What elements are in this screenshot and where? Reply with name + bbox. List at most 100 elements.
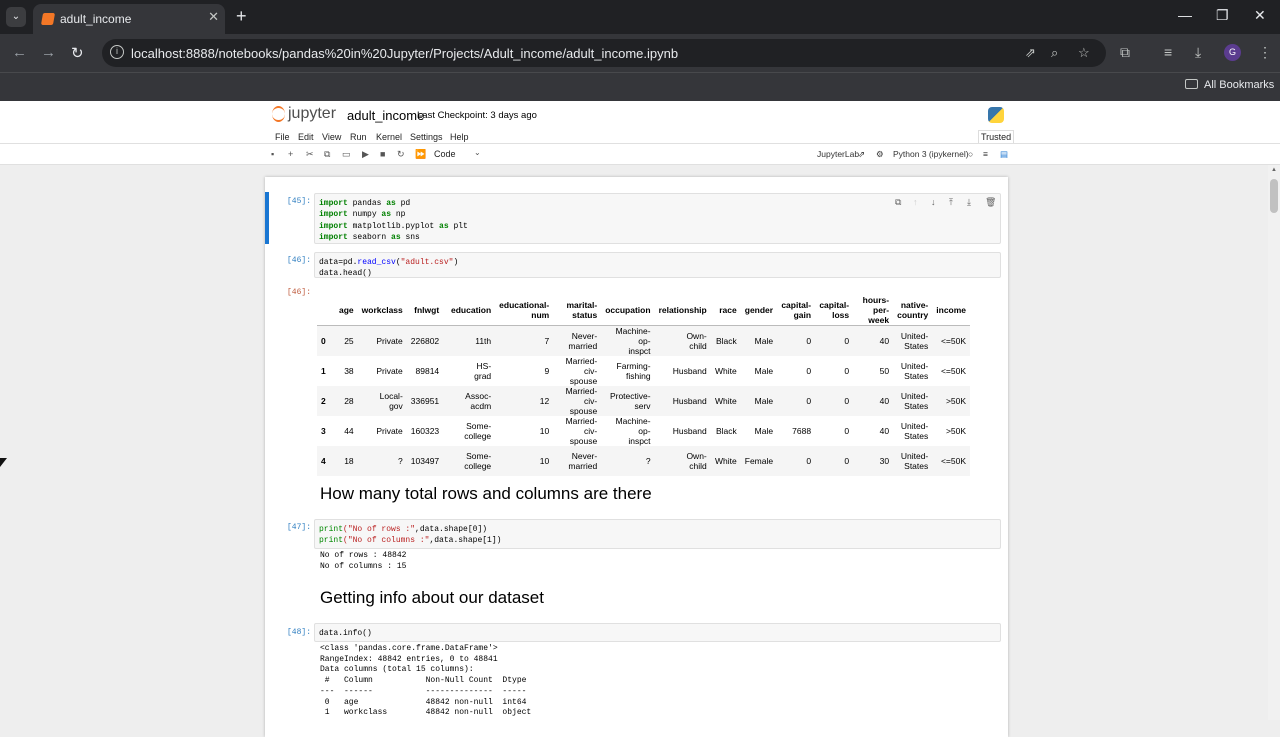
browser-tab[interactable]: adult_income ✕ xyxy=(33,4,225,34)
code-line: data.head() xyxy=(319,269,372,279)
paste-icon[interactable]: ▭ xyxy=(342,149,351,160)
stop-icon[interactable]: ■ xyxy=(380,149,385,159)
property-inspector-icon[interactable]: ▤ xyxy=(1000,149,1008,160)
table-cell: Private xyxy=(376,336,403,346)
copy-icon[interactable]: ⧉ xyxy=(324,149,330,160)
table-cell: 0 xyxy=(844,426,850,436)
table-row: 2 28 Local-gov 336951 Assoc-acdm 12 Married-ci… xyxy=(317,386,971,416)
duplicate-cell-icon[interactable]: ⧉ xyxy=(895,197,901,208)
cut-icon[interactable]: ✂ xyxy=(306,149,314,160)
settings-gear-icon[interactable]: ⚙ xyxy=(876,149,884,160)
table-cell: United- States xyxy=(900,421,929,441)
menu-help[interactable]: Help xyxy=(450,132,469,142)
scroll-up-icon[interactable]: ▲ xyxy=(1271,167,1277,173)
table-cell: Husband xyxy=(672,366,707,376)
table-cell: Farming-fishing xyxy=(616,361,651,381)
downloads-icon[interactable]: ⤓ xyxy=(1195,44,1201,61)
scrollbar-thumb[interactable] xyxy=(1270,179,1278,213)
table-cell: United- States xyxy=(900,451,929,471)
cell-prompt: [45]: xyxy=(286,197,311,206)
column-header xyxy=(317,295,335,326)
table-cell: 0 xyxy=(844,456,850,466)
tab-close-icon[interactable]: ✕ xyxy=(208,9,219,25)
zoom-icon[interactable]: ⌕ xyxy=(1051,45,1058,61)
table-cell: 12 xyxy=(539,396,550,406)
save-icon[interactable]: ▪ xyxy=(271,149,274,159)
table-cell: Female xyxy=(744,456,774,466)
restart-icon[interactable]: ↻ xyxy=(397,149,405,160)
tab-search-dropdown[interactable]: ⌄ xyxy=(6,7,26,27)
all-bookmarks-button[interactable]: All Bookmarks xyxy=(1185,79,1274,91)
table-cell: 226802 xyxy=(410,336,440,346)
move-up-icon[interactable]: ↑ xyxy=(913,197,918,207)
table-cell: Husband xyxy=(672,426,707,436)
table-cell: Male xyxy=(754,336,774,346)
dataframe-table: age workclass fnlwgt education educational-n… xyxy=(317,295,971,476)
jupyter-favicon-icon xyxy=(40,13,56,25)
table-cell: Local-gov xyxy=(379,391,403,411)
table-cell: Never-married xyxy=(568,331,598,351)
profile-avatar[interactable]: G xyxy=(1224,44,1241,61)
browser-toolbar: ← → ↻ i localhost:8888/notebooks/pandas%… xyxy=(0,34,1280,72)
minimize-button[interactable]: — xyxy=(1178,7,1192,23)
browser-menu-icon[interactable]: ⋮ xyxy=(1258,44,1272,61)
kernel-status-icon: ○ xyxy=(968,149,974,159)
url-text[interactable]: localhost:8888/notebooks/pandas%20in%20J… xyxy=(131,46,678,61)
back-button[interactable]: ← xyxy=(12,44,27,61)
jupyterlab-link[interactable]: JupyterLab xyxy=(817,149,859,159)
run-icon[interactable]: ▶ xyxy=(362,149,369,160)
chevron-down-icon[interactable]: ⌄ xyxy=(474,148,481,157)
table-cell: Married-civ-spouse xyxy=(565,356,598,386)
forward-button[interactable]: → xyxy=(41,44,56,61)
jupyter-logo[interactable]: jupyter xyxy=(272,105,336,123)
extensions-icon[interactable]: ⧉ xyxy=(1120,44,1130,61)
insert-above-icon[interactable]: ⤒ xyxy=(949,197,953,208)
column-header: workclass xyxy=(361,305,403,315)
maximize-button[interactable]: ❐ xyxy=(1216,7,1229,24)
table-cell: Husband xyxy=(672,396,707,406)
output-prompt: [46]: xyxy=(286,288,311,297)
notebook-name[interactable]: adult_income xyxy=(347,108,424,123)
column-header: educational-num xyxy=(499,300,550,320)
menu-view[interactable]: View xyxy=(322,132,341,142)
open-in-app-icon[interactable]: ⇗ xyxy=(1025,45,1036,61)
bookmark-star-icon[interactable]: ☆ xyxy=(1078,45,1090,61)
mouse-cursor-icon xyxy=(0,458,7,467)
site-info-icon[interactable]: i xyxy=(110,45,124,59)
table-cell: 10 xyxy=(539,456,550,466)
markdown-heading-info[interactable]: Getting info about our dataset xyxy=(320,588,544,608)
menu-edit[interactable]: Edit xyxy=(298,132,314,142)
insert-cell-icon[interactable]: + xyxy=(288,149,293,159)
column-header: race xyxy=(719,305,737,315)
media-controls-icon[interactable]: ≡ xyxy=(1164,44,1172,60)
tab-title: adult_income xyxy=(60,12,132,26)
move-down-icon[interactable]: ↓ xyxy=(931,197,936,207)
table-cell: 0 xyxy=(806,456,812,466)
table-cell: 40 xyxy=(879,336,890,346)
code-cell-read-csv[interactable]: data=pd.read_csv("adult.csv") data.head(… xyxy=(314,252,1001,278)
trusted-badge[interactable]: Trusted xyxy=(978,130,1015,144)
new-tab-button[interactable]: + xyxy=(236,6,247,27)
code-cell-shape[interactable]: print("No of rows :",data.shape[0]) prin… xyxy=(314,519,1001,549)
menu-settings[interactable]: Settings xyxy=(410,132,443,142)
cell-type-select[interactable]: Code xyxy=(434,149,456,159)
menu-run[interactable]: Run xyxy=(350,132,367,142)
code-cell-info[interactable]: data.info() xyxy=(314,623,1001,642)
insert-below-icon[interactable]: ⤓ xyxy=(967,197,971,208)
restart-run-all-icon[interactable]: ⏩ xyxy=(415,149,426,160)
table-cell: 7688 xyxy=(792,426,812,436)
table-cell: 44 xyxy=(344,426,354,436)
reload-button[interactable]: ↻ xyxy=(71,44,84,62)
delete-cell-icon[interactable]: 🗑 xyxy=(985,197,996,208)
menu-kernel[interactable]: Kernel xyxy=(376,132,402,142)
vertical-scrollbar[interactable]: ▲ xyxy=(1268,165,1280,720)
menu-file[interactable]: File xyxy=(275,132,290,142)
markdown-heading-rows-columns[interactable]: How many total rows and columns are ther… xyxy=(320,484,652,504)
address-bar[interactable]: i localhost:8888/notebooks/pandas%20in%2… xyxy=(102,39,1106,67)
table-cell: Black xyxy=(715,336,737,346)
toc-icon[interactable]: ≡ xyxy=(983,149,988,159)
column-header: education xyxy=(451,305,492,315)
code-line: import matplotlib.pyplot as plt xyxy=(319,221,468,231)
kernel-name[interactable]: Python 3 (ipykernel) xyxy=(893,149,969,159)
close-window-button[interactable]: ✕ xyxy=(1254,7,1266,24)
